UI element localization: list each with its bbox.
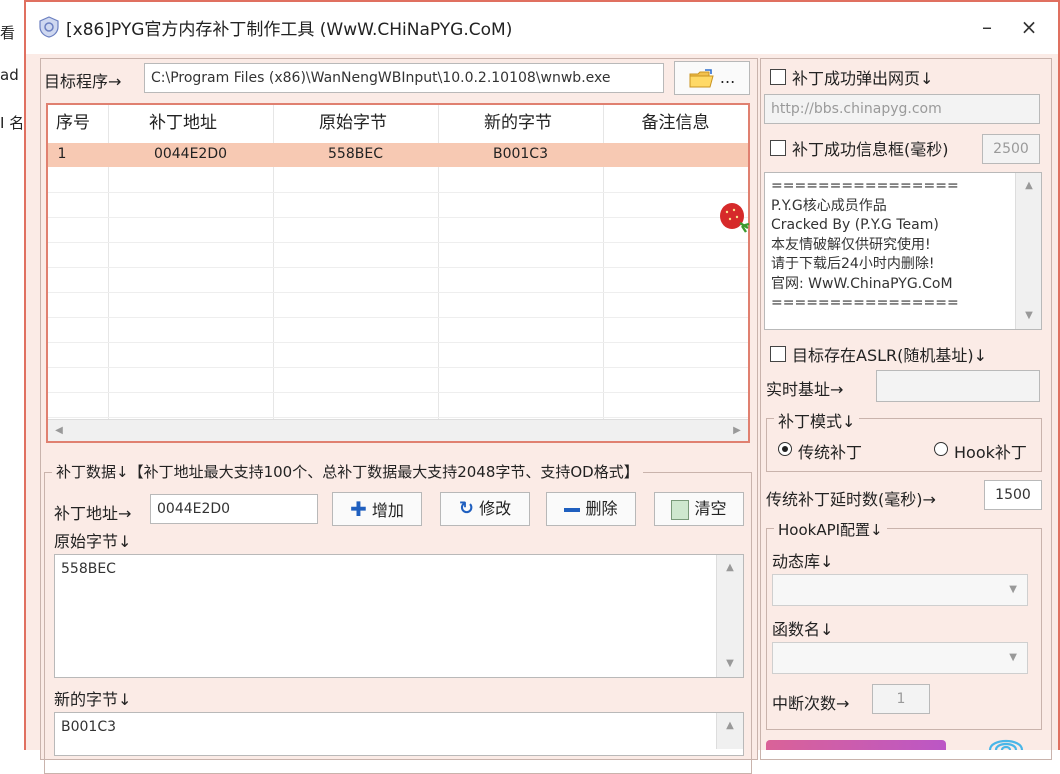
- func-dropdown[interactable]: ▼: [772, 642, 1028, 674]
- strawberry-icon: [720, 203, 750, 233]
- delete-button[interactable]: 删除: [546, 492, 636, 526]
- patch-mode-legend: 补丁模式↓: [774, 408, 860, 432]
- message-textarea[interactable]: ================ P.Y.G核心成员作品 Cracked By …: [764, 172, 1042, 330]
- new-bytes-label: 新的字节↓: [54, 690, 132, 709]
- table-row[interactable]: 1 0044E2D0 558BEC B001C3: [48, 143, 748, 167]
- title-bar[interactable]: [x86]PYG官方内存补丁制作工具 (WwW.CHiNaPYG.CoM) – …: [26, 2, 1058, 54]
- realtime-base-label: 实时基址→: [766, 380, 844, 399]
- func-label: 函数名↓: [772, 620, 834, 639]
- browse-label: ...: [719, 68, 736, 87]
- scroll-up-icon[interactable]: ▲: [721, 717, 739, 735]
- target-label: 目标程序→: [44, 72, 122, 91]
- cell-new: B001C3: [492, 146, 548, 162]
- clear-label: 清空: [694, 499, 727, 518]
- traditional-label: 传统补丁: [798, 443, 863, 462]
- folder-open-icon: [689, 68, 714, 87]
- realtime-base-field[interactable]: [876, 370, 1040, 402]
- app-logo-icon: [39, 16, 59, 38]
- popup-web-checkbox[interactable]: [770, 69, 786, 85]
- background-text-3: I 名: [0, 114, 25, 132]
- msgbox-checkbox[interactable]: [770, 140, 786, 156]
- table-horizontal-scrollbar[interactable]: ◀ ▶: [48, 419, 748, 441]
- delete-label: 删除: [585, 499, 618, 518]
- background-text-1: 看: [0, 24, 16, 42]
- target-path-field[interactable]: C:\Program Files (x86)\WanNengWBInput\10…: [144, 63, 664, 93]
- scroll-left-icon[interactable]: ◀: [50, 422, 68, 440]
- patch-address-input[interactable]: 0044E2D0: [150, 494, 318, 524]
- message-line: ================: [771, 295, 959, 311]
- add-label: 增加: [371, 501, 404, 520]
- message-line: Cracked By (P.Y.G Team): [771, 217, 939, 233]
- minimize-button[interactable]: –: [972, 12, 1002, 42]
- new-bytes-scrollbar[interactable]: ▲: [716, 713, 743, 749]
- fingerprint-icon[interactable]: [986, 732, 1026, 750]
- dll-label: 动态库↓: [772, 552, 834, 571]
- cell-original: 558BEC: [328, 146, 383, 162]
- patch-data-legend: 补丁数据↓【补丁地址最大支持100个、总补丁数据最大支持2048字节、支持OD格…: [52, 461, 643, 482]
- delay-field[interactable]: 1500: [984, 480, 1042, 510]
- aslr-checkbox[interactable]: [770, 346, 786, 362]
- column-header-address[interactable]: 补丁地址: [108, 105, 258, 141]
- scroll-right-icon[interactable]: ▶: [728, 422, 746, 440]
- cell-index: 1: [57, 146, 67, 162]
- original-bytes-textarea[interactable]: 558BEC: [54, 554, 744, 678]
- msgbox-label: 补丁成功信息框(毫秒): [792, 140, 949, 159]
- clear-button[interactable]: 清空: [654, 492, 744, 526]
- msgbox-ms-field[interactable]: 2500: [982, 134, 1040, 164]
- new-bytes-textarea[interactable]: B001C3: [54, 712, 744, 756]
- minus-icon: [564, 507, 581, 512]
- dll-dropdown[interactable]: ▼: [772, 574, 1028, 606]
- modify-button[interactable]: ↻ 修改: [440, 492, 530, 526]
- message-line: P.Y.G核心成员作品: [771, 197, 887, 214]
- popup-web-url-field[interactable]: http://bbs.chinapyg.com: [764, 94, 1040, 124]
- background-text-2: ad: [0, 66, 19, 84]
- hookapi-legend: HookAPI配置↓: [774, 519, 887, 540]
- column-header-new[interactable]: 新的字节: [438, 105, 598, 141]
- chevron-down-icon: ▼: [1009, 652, 1017, 663]
- recycle-bin-icon: [671, 499, 690, 520]
- plus-icon: ✚: [350, 497, 367, 521]
- add-button[interactable]: ✚ 增加: [332, 492, 422, 526]
- background-window-strip: 看 ad I 名: [0, 0, 27, 748]
- window-title: [x86]PYG官方内存补丁制作工具 (WwW.CHiNaPYG.CoM): [66, 20, 513, 40]
- patch-address-label: 补丁地址→: [54, 504, 132, 523]
- message-line: ================: [771, 178, 959, 194]
- refresh-icon: ↻: [458, 498, 474, 519]
- message-line: 请于下载后24小时内删除!: [771, 256, 935, 272]
- close-button[interactable]: ×: [1014, 12, 1044, 42]
- make-patch-banner[interactable]: [766, 740, 946, 750]
- break-count-label: 中断次数→: [772, 694, 850, 713]
- message-line: 本友情破解仅供研究使用!: [771, 236, 931, 253]
- column-header-original[interactable]: 原始字节: [273, 105, 433, 141]
- patch-list-table[interactable]: 序号 补丁地址 原始字节 新的字节 备注信息 1 0044E2D0 558BEC…: [46, 103, 750, 443]
- aslr-label: 目标存在ASLR(随机基址)↓: [792, 346, 988, 365]
- message-scrollbar[interactable]: ▲ ▼: [1015, 173, 1041, 329]
- message-line: 官网: WwW.ChinaPYG.CoM: [771, 275, 953, 292]
- scroll-down-icon[interactable]: ▼: [721, 655, 739, 673]
- modify-label: 修改: [479, 499, 512, 518]
- column-header-index[interactable]: 序号: [48, 105, 98, 141]
- traditional-radio[interactable]: [778, 442, 792, 456]
- scroll-up-icon[interactable]: ▲: [721, 559, 739, 577]
- browse-button[interactable]: ...: [674, 61, 750, 95]
- original-bytes-label: 原始字节↓: [54, 532, 132, 551]
- scroll-down-icon[interactable]: ▼: [1020, 307, 1038, 325]
- patch-tool-window: [x86]PYG官方内存补丁制作工具 (WwW.CHiNaPYG.CoM) – …: [24, 0, 1060, 774]
- popup-web-label: 补丁成功弹出网页↓: [792, 69, 934, 88]
- delay-label: 传统补丁延时数(毫秒)→: [766, 490, 936, 509]
- original-bytes-scrollbar[interactable]: ▲ ▼: [716, 555, 743, 677]
- break-count-field[interactable]: 1: [872, 684, 930, 714]
- hook-radio[interactable]: [934, 442, 948, 456]
- cell-address: 0044E2D0: [153, 146, 228, 162]
- scroll-up-icon[interactable]: ▲: [1020, 177, 1038, 195]
- chevron-down-icon: ▼: [1009, 584, 1017, 595]
- hook-label: Hook补丁: [954, 443, 1027, 462]
- column-header-note[interactable]: 备注信息: [603, 105, 748, 141]
